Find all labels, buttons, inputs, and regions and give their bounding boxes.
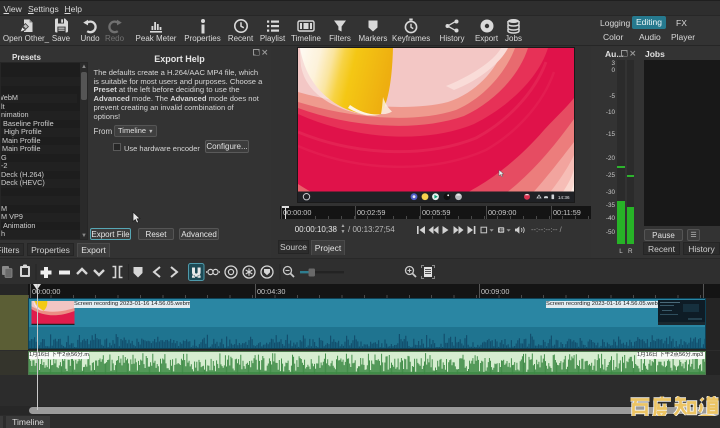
svg-text:14:36: 14:36	[558, 195, 570, 200]
